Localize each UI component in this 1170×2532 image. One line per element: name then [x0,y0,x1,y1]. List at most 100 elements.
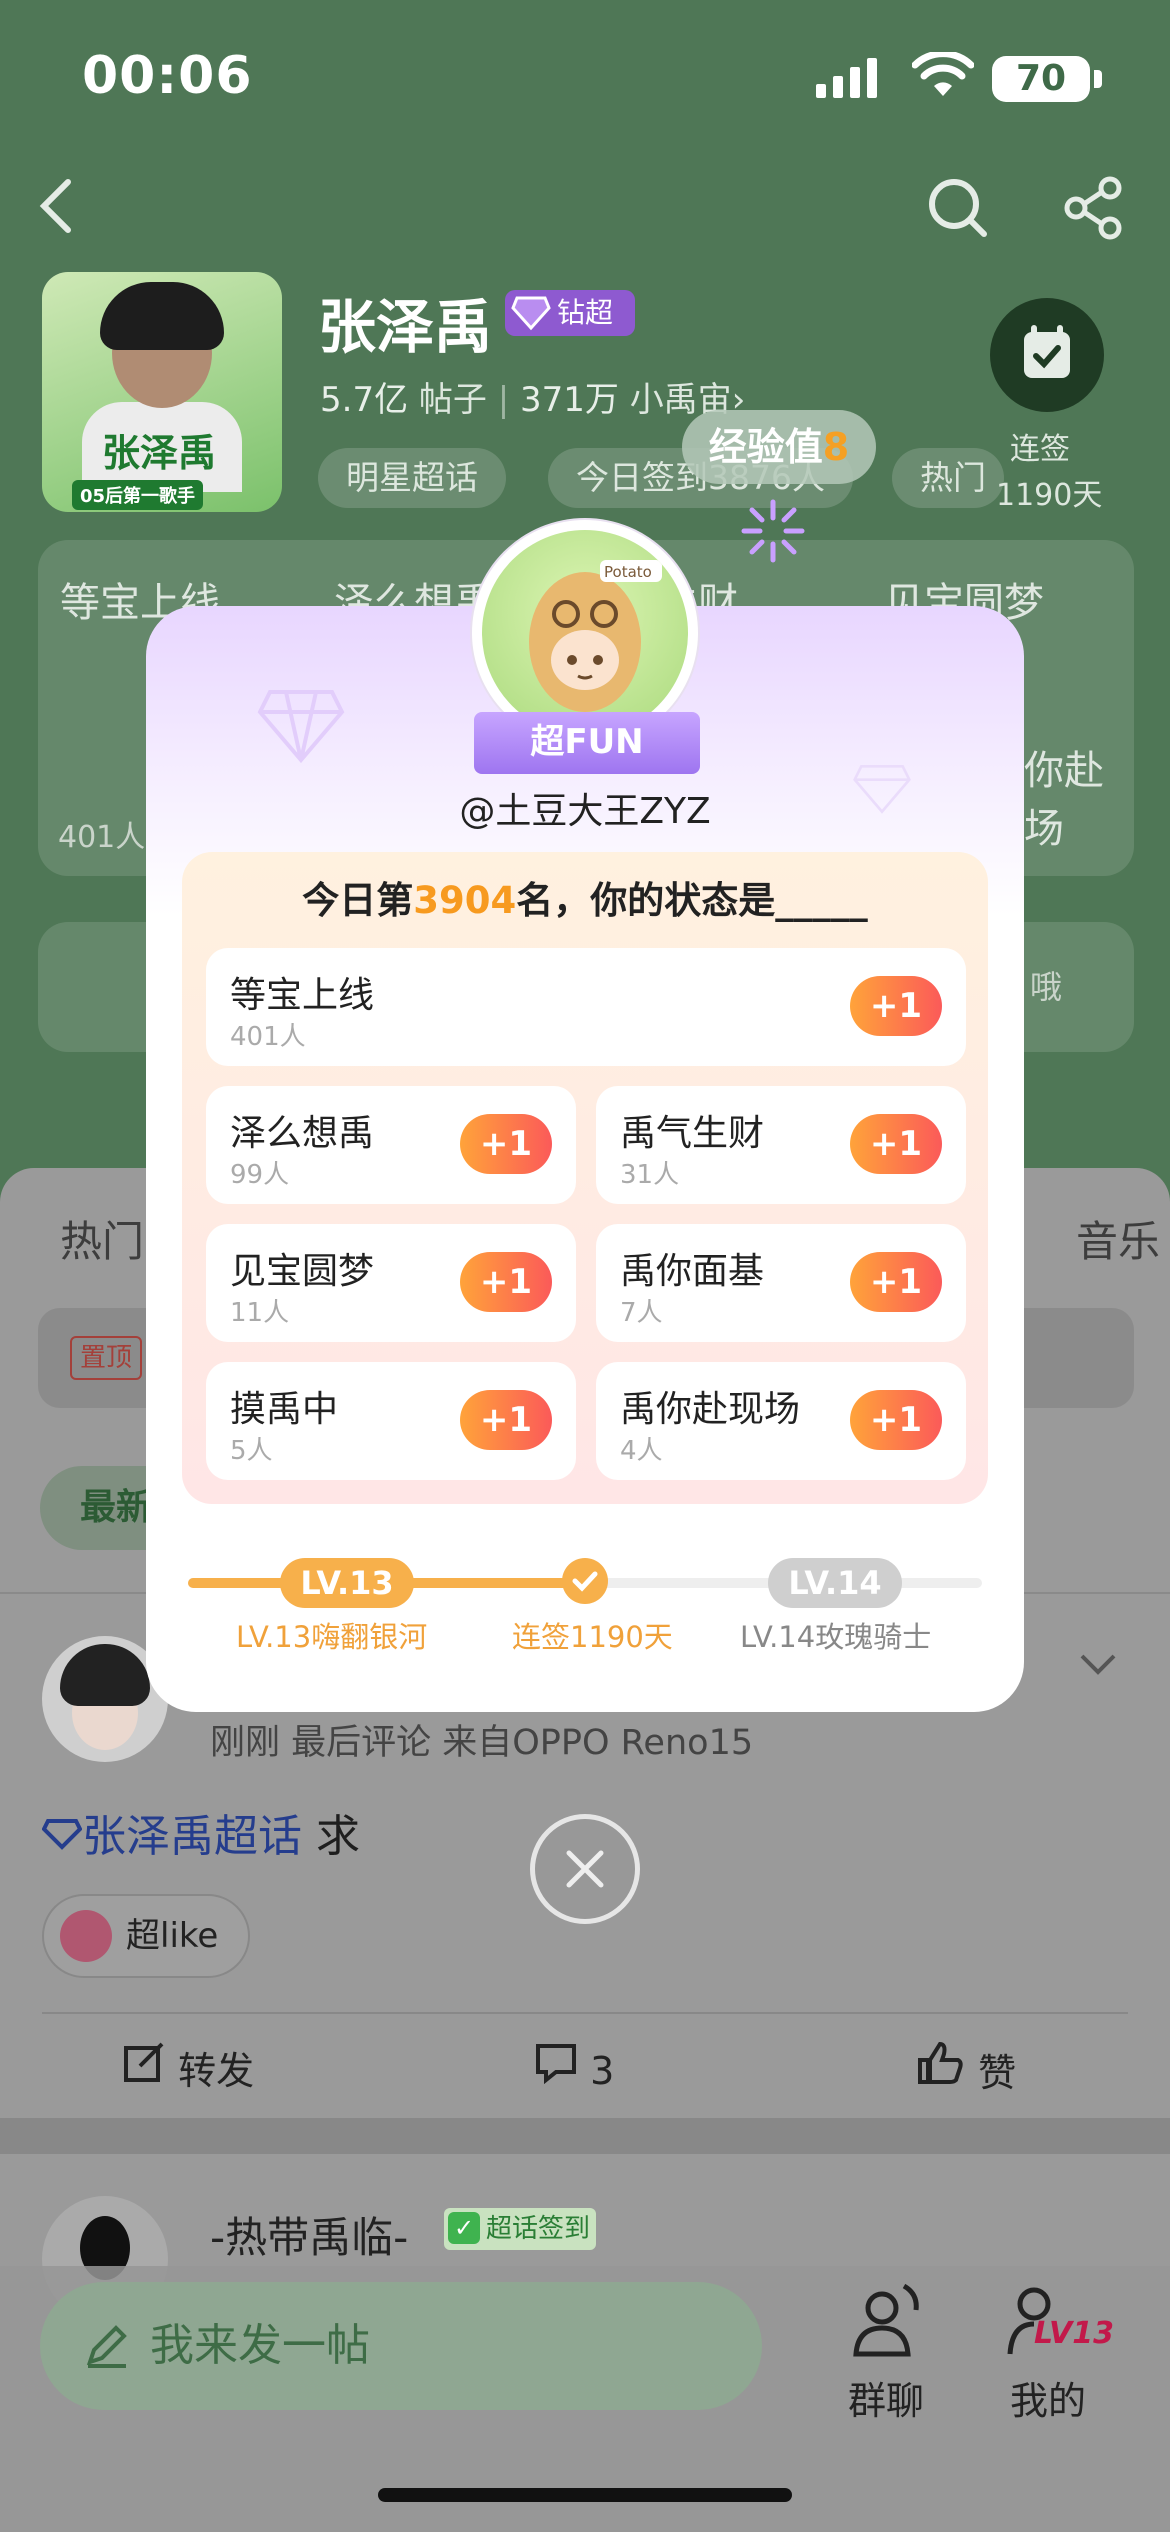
divider [42,2012,1128,2014]
plus-one-button[interactable]: +1 [460,1114,552,1174]
plus-one-button[interactable]: +1 [850,1390,942,1450]
compose-input[interactable]: 我来发一帖 [40,2282,762,2410]
tag-category[interactable]: 明星超话 [318,448,506,508]
fans-value: 371万 [519,380,619,420]
section-gap [0,2118,1170,2154]
diamond-icon [41,1819,83,1850]
post-text: 求 [302,1811,360,1862]
super-like-icon [60,1910,112,1962]
avatar-hair [60,1644,150,1706]
signin-badge: ✓ 超话签到 [444,2208,596,2250]
signal-icon [816,58,877,98]
group-chat-icon[interactable] [846,2280,928,2362]
repost-icon [124,2042,164,2082]
check-icon: ✓ [448,2212,480,2244]
comment-button[interactable]: 3 [534,2040,614,2093]
status-option[interactable]: 等宝上线 401人 +1 [206,948,966,1066]
signin-button[interactable] [990,298,1104,412]
super-like-chip[interactable]: 超like [42,1894,250,1978]
close-icon [566,1850,604,1888]
status-option[interactable]: 禹气生财 31人 +1 [596,1086,966,1204]
share-icon[interactable] [1062,176,1126,240]
nav-label-group-chat[interactable]: 群聊 [848,2370,924,2425]
tag-hot[interactable]: 热门 [892,448,1004,508]
status-count: 11人 [230,1298,290,1328]
status-time: 00:06 [82,46,253,106]
close-button[interactable] [530,1814,640,1924]
thumbs-up-icon [918,2041,963,2084]
tab-music[interactable]: 音乐 [1076,1208,1160,1269]
signin-label: 连签 [1010,432,1070,467]
like-button[interactable]: 赞 [916,2040,1016,2097]
cover-hair [100,282,224,350]
post-body: 张泽禹超话 求 [41,1800,360,1864]
plus-one-button[interactable]: +1 [850,1114,942,1174]
signin-days: 1190天 [996,478,1103,513]
battery-cap [1094,70,1102,88]
rank-value: 3904 [413,879,517,922]
profile-level-badge: LV13 [1034,2316,1114,2351]
post-entry-hint: 哦 [1029,968,1062,1006]
avatar-caption: Potato [604,563,652,581]
status-count: 7人 [620,1298,663,1328]
status-name: 禹气生财 [620,1113,765,1154]
status-option[interactable]: 摸禹中 5人 +1 [206,1362,576,1480]
tab-hot[interactable]: 热门 [60,1208,144,1269]
status-option[interactable]: 泽么想禹 99人 +1 [206,1086,576,1204]
cover-title: 张泽禹 [102,431,217,475]
status-option[interactable]: 见宝圆梦 11人 +1 [206,1224,576,1342]
current-level-pill: LV.13 [280,1558,414,1608]
streak-check-icon [562,1558,608,1604]
next-level-pill: LV.14 [768,1558,902,1608]
post-meta: 刚刚 最后评论 来自OPPO Reno15 [210,1723,754,1763]
search-icon[interactable] [926,176,990,240]
status-name: 见宝圆梦 [230,1251,375,1292]
rank-prefix: 今日第 [302,879,414,922]
status-name: 摸禹中 [230,1389,339,1430]
status-count: 401人 [230,1022,306,1052]
status-option[interactable]: 禹你赴现场 4人 +1 [596,1362,966,1480]
plus-one-button[interactable]: +1 [460,1390,552,1450]
pinned-badge: 置顶 [70,1336,142,1380]
status-name: 等宝上线 [230,975,375,1016]
super-like-label: 超like [126,1916,219,1956]
pencil-icon [86,2325,127,2368]
status-count: 31人 [620,1160,680,1190]
post-author[interactable]: -热带禹临- [210,2204,408,2265]
fun-level-ribbon: 超FUN [454,712,720,774]
status-count: 4人 [620,1436,663,1466]
back-icon[interactable] [36,176,76,236]
signin-badge-label: 超话签到 [486,2214,591,2244]
status-name: 禹你面基 [620,1251,765,1292]
user-handle: @土豆大王ZYZ [459,791,711,832]
status-option[interactable]: 禹你面基 7人 +1 [596,1224,966,1342]
status-count: 5人 [230,1436,273,1466]
rank-question: 今日第3904名，你的状态是_____ [0,870,1170,924]
current-level-label: LV.13嗨翻银河 [236,1620,428,1654]
status-count: 99人 [230,1160,290,1190]
potato-character-illustration: Potato [529,560,662,712]
xp-value: 8 [822,425,850,469]
topic-title: 张泽禹 [318,293,493,361]
home-indicator [378,2488,792,2502]
xp-label: 经验值 [708,425,823,469]
cover-subtitle: 05后第一歌手 [72,480,204,510]
next-level-label: LV.14玫瑰骑士 [740,1620,932,1654]
plus-one-button[interactable]: +1 [460,1252,552,1312]
topic-cover-image: 张泽禹 05后第一歌手 [42,272,282,512]
chevron-down-icon[interactable] [1078,1650,1118,1678]
topic-stats: 5.7亿 帖子 | 371万 小禹宙› [320,380,746,420]
badge-label: 钻超 [557,296,614,329]
posts-label: 帖子 [418,380,487,420]
plus-one-button[interactable]: +1 [850,976,942,1036]
diamond-decoration-icon [257,690,345,764]
status-name: 禹你赴现场 [620,1389,801,1430]
plus-one-button[interactable]: +1 [850,1252,942,1312]
battery-indicator: 70 [992,56,1090,102]
posts-value: 5.7亿 [320,380,409,420]
rank-suffix: 名，你的状态是_____ [516,879,868,922]
diamond-badge[interactable]: 钻超 [505,290,635,336]
topic-link[interactable]: 张泽禹超话 [82,1811,302,1862]
nav-label-me[interactable]: 我的 [1010,2370,1086,2425]
repost-button[interactable]: 转发 [122,2040,254,2095]
